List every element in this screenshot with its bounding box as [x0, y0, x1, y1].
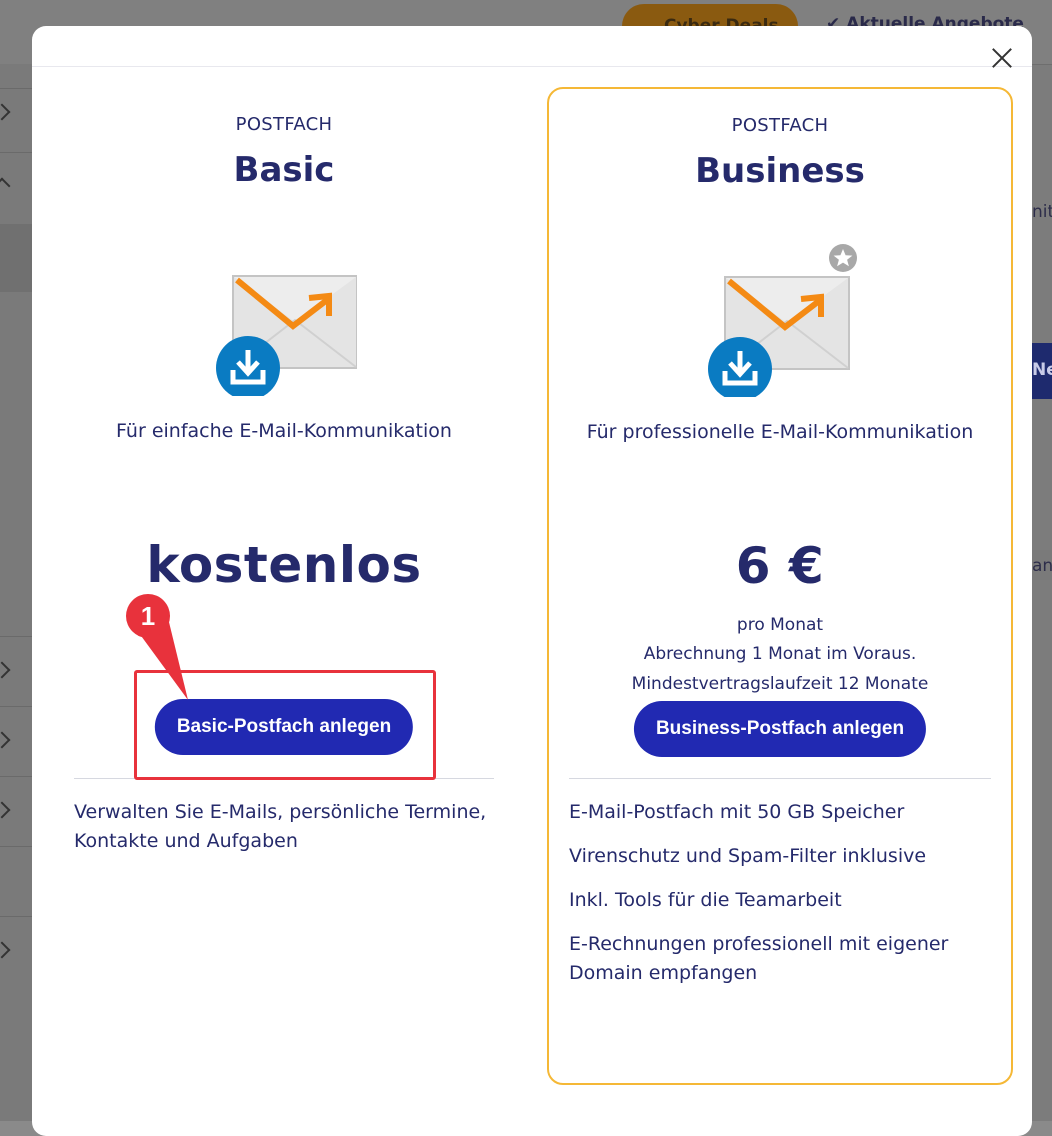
close-icon[interactable] — [986, 42, 1018, 74]
plan-divider — [569, 778, 991, 779]
plan-eyebrow: POSTFACH — [731, 115, 829, 136]
plan-features: Verwalten Sie E-Mails, persönliche Termi… — [74, 798, 494, 871]
plan-description: Für professionelle E-Mail-Kommunikation — [586, 421, 974, 443]
background-text-fragment: nit — [1032, 202, 1052, 222]
background-button-text-fragment: Ne — [1032, 360, 1052, 380]
plan-price: 6 € — [735, 537, 825, 595]
plan-card-basic: POSTFACH Basic Für einfache E-Mail-Kommu… — [52, 88, 516, 1084]
chevron-icon — [0, 941, 11, 959]
price-note: pro Monat — [736, 615, 824, 635]
sidebar-highlight — [0, 224, 32, 292]
sidebar-row — [0, 88, 32, 89]
background-text-fragment: an — [1032, 556, 1052, 576]
sidebar-row — [0, 846, 32, 847]
mail-download-icon — [216, 275, 357, 396]
price-note: Mindestvertragslaufzeit 12 Monate — [631, 674, 929, 694]
feature-item: Virenschutz und Spam-Filter inklusive — [569, 845, 927, 867]
plan-title: Basic — [233, 150, 335, 190]
sidebar-row — [0, 636, 32, 637]
background-sidebar — [0, 64, 32, 1121]
create-business-mailbox-button[interactable]: Business-Postfach anlegen — [633, 701, 927, 757]
price-note: Abrechnung 1 Monat im Voraus. — [643, 644, 917, 664]
chevron-icon — [0, 103, 11, 121]
feature-item: Inkl. Tools für die Teamarbeit — [569, 889, 842, 911]
sidebar-row — [0, 916, 32, 917]
plan-title: Business — [695, 151, 865, 191]
chevron-icon — [0, 731, 11, 749]
plan-selection-modal: POSTFACH Basic Für einfache E-Mail-Kommu… — [32, 26, 1032, 1136]
sidebar-row — [0, 706, 32, 707]
chevron-icon — [0, 801, 11, 819]
plan-eyebrow: POSTFACH — [235, 114, 333, 135]
sidebar-row — [0, 152, 32, 153]
mail-download-star-icon — [708, 276, 850, 397]
plan-features: E-Mail-Postfach mit 50 GB Speicher Viren… — [569, 798, 991, 1003]
star-badge-icon — [829, 244, 857, 272]
modal-header-divider — [32, 66, 1032, 67]
feature-item: E-Rechnungen professionell mit eigener D… — [569, 933, 949, 984]
feature-item: E-Mail-Postfach mit 50 GB Speicher — [569, 801, 905, 823]
chevron-icon — [0, 177, 11, 195]
plan-description: Für einfache E-Mail-Kommunikation — [116, 420, 452, 442]
plan-card-business: POSTFACH Business Für professionelle E-M… — [547, 87, 1013, 1085]
chevron-icon — [0, 661, 11, 679]
feature-item: Verwalten Sie E-Mails, persönliche Termi… — [74, 801, 487, 852]
annotation-step-marker: 1 — [126, 594, 188, 700]
sidebar-row — [0, 776, 32, 777]
annotation-step-number: 1 — [141, 601, 155, 631]
plan-price: kostenlos — [146, 536, 422, 594]
